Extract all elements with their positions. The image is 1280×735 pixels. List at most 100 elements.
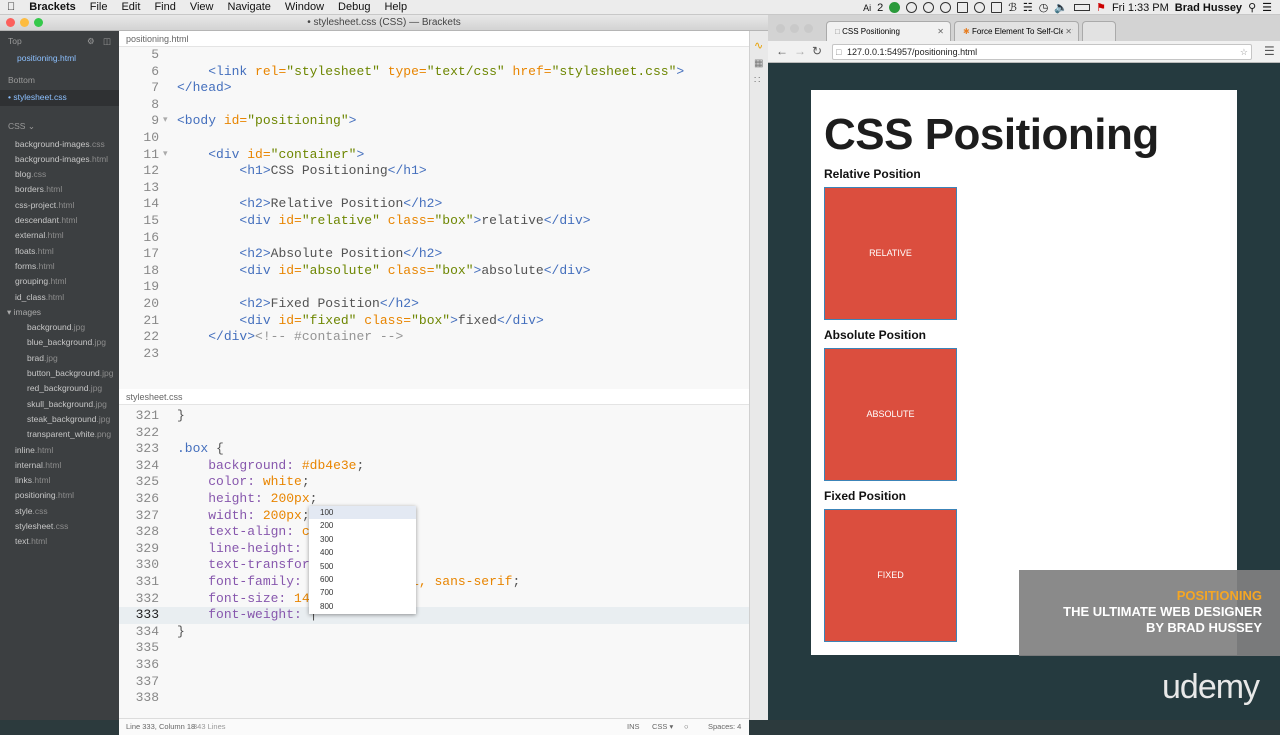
file-item[interactable]: red_background.jpg	[0, 381, 119, 396]
code-line[interactable]: 330 text-transfor	[119, 557, 749, 574]
code-line[interactable]: 329 line-height:	[119, 541, 749, 558]
close-window-button[interactable]	[776, 24, 785, 33]
tray-app-icon[interactable]	[889, 2, 901, 13]
menu-icon[interactable]: ☰	[1264, 44, 1275, 58]
code-line[interactable]: 326 height: 200px;	[119, 491, 749, 508]
file-item[interactable]: skull_background.jpg	[0, 397, 119, 412]
file-item[interactable]: text.html	[0, 534, 119, 549]
hint-item[interactable]: 700	[309, 586, 416, 599]
zoom-window-button[interactable]	[34, 18, 43, 27]
file-item[interactable]: background.jpg	[0, 320, 119, 335]
file-item[interactable]: descendant.html	[0, 213, 119, 228]
code-line[interactable]: 335	[119, 640, 749, 657]
hint-item[interactable]: 400	[309, 546, 416, 559]
code-line[interactable]: 19	[119, 279, 749, 296]
editor-bottom-pane[interactable]: stylesheet.css 321} 322 323 .box {324 backg…	[119, 389, 749, 718]
zoom-window-button[interactable]	[804, 24, 813, 33]
menu-find[interactable]: Find	[147, 1, 182, 13]
file-item[interactable]: blue_background.jpg	[0, 335, 119, 350]
flag-icon[interactable]: ⚑	[1096, 1, 1106, 14]
code-line[interactable]: 322	[119, 425, 749, 442]
code-line[interactable]: 336	[119, 657, 749, 674]
file-item[interactable]: borders.html	[0, 182, 119, 197]
code-line[interactable]: 333 font-weight: |	[119, 607, 749, 624]
menu-window[interactable]: Window	[278, 1, 331, 13]
file-item[interactable]: background-images.css	[0, 137, 119, 152]
gear-icon[interactable]: ⚙	[87, 36, 95, 47]
live-preview-icon[interactable]: ∿	[754, 39, 768, 52]
tray-dropbox-icon[interactable]	[906, 2, 918, 13]
working-file-bottom[interactable]: • stylesheet.css	[0, 90, 119, 106]
menu-navigate[interactable]: Navigate	[221, 1, 278, 13]
tab-css-positioning[interactable]: □ CSS Positioning ✕	[826, 21, 951, 41]
code-line[interactable]: 325 color: white;	[119, 474, 749, 491]
file-item[interactable]: forms.html	[0, 259, 119, 274]
code-line[interactable]: 324 background: #db4e3e;	[119, 458, 749, 475]
app-menu[interactable]: Brackets	[22, 1, 82, 13]
file-item[interactable]: style.css	[0, 504, 119, 519]
hint-item[interactable]: 300	[309, 533, 416, 546]
hint-item[interactable]: 100	[309, 506, 416, 520]
menu-help[interactable]: Help	[377, 1, 414, 13]
code-line[interactable]: 22 </div><!-- #container -->	[119, 329, 749, 346]
extension-manager-icon[interactable]: ▦	[754, 58, 768, 69]
file-item[interactable]: external.html	[0, 228, 119, 243]
bluetooth-icon[interactable]: ℬ	[1008, 1, 1017, 14]
menu-edit[interactable]: Edit	[114, 1, 147, 13]
file-item[interactable]: button_background.jpg	[0, 366, 119, 381]
project-header[interactable]: CSS ⌄	[0, 116, 119, 137]
file-item[interactable]: css-project.html	[0, 198, 119, 213]
code-line[interactable]: 10	[119, 130, 749, 147]
clock[interactable]: Fri 1:33 PM	[1112, 2, 1169, 14]
code-line[interactable]: 323 .box {	[119, 441, 749, 458]
user-name[interactable]: Brad Hussey	[1175, 2, 1242, 14]
hint-item[interactable]: 500	[309, 560, 416, 573]
extract-icon[interactable]: ∷	[754, 75, 768, 86]
code-line[interactable]: 13	[119, 180, 749, 197]
url-input[interactable]: □ 127.0.0.1:54957/positioning.html ☆	[832, 44, 1252, 60]
code-line[interactable]: 12 <h1>CSS Positioning</h1>	[119, 163, 749, 180]
wifi-icon[interactable]: ☵	[1023, 1, 1033, 14]
code-line[interactable]: 331 font-family: ial, sans-serif;	[119, 574, 749, 591]
back-icon[interactable]: ←	[776, 44, 788, 58]
split-view-icon[interactable]: ◫	[103, 36, 111, 47]
volume-icon[interactable]: 🔈	[1054, 1, 1068, 14]
forward-icon[interactable]: →	[794, 44, 806, 58]
file-item[interactable]: internal.html	[0, 458, 119, 473]
file-item[interactable]: id_class.html	[0, 290, 119, 305]
language-selector[interactable]: CSS ▾	[652, 719, 673, 735]
file-item[interactable]: stylesheet.css	[0, 519, 119, 534]
file-item[interactable]: grouping.html	[0, 274, 119, 289]
editor-top-pane[interactable]: positioning.html 56 <link rel="styleshee…	[119, 31, 749, 389]
code-line[interactable]: 7 </head>	[119, 80, 749, 97]
code-line[interactable]: 18 <div id="absolute" class="box">absolu…	[119, 263, 749, 280]
reload-icon[interactable]: ↻	[812, 44, 822, 58]
menu-debug[interactable]: Debug	[331, 1, 377, 13]
indent-setting[interactable]: Spaces: 4	[708, 719, 741, 735]
code-line[interactable]: 16	[119, 230, 749, 247]
folder-item[interactable]: ▾ images	[0, 305, 119, 320]
file-item[interactable]: inline.html	[0, 443, 119, 458]
code-line[interactable]: 327 width: 200px;	[119, 508, 749, 525]
code-line[interactable]: 20 <h2>Fixed Position</h2>	[119, 296, 749, 313]
code-line[interactable]: 332 font-size: 14	[119, 591, 749, 608]
code-line[interactable]: 337	[119, 674, 749, 691]
tray-video-icon[interactable]	[991, 2, 1003, 13]
code-line[interactable]: 11 <div id="container">	[119, 147, 749, 164]
close-icon[interactable]: ✕	[937, 27, 944, 36]
code-line[interactable]: 9 <body id="positioning">	[119, 113, 749, 130]
file-item[interactable]: floats.html	[0, 244, 119, 259]
minimize-window-button[interactable]	[790, 24, 799, 33]
code-line[interactable]: 21 <div id="fixed" class="box">fixed</di…	[119, 313, 749, 330]
new-tab-button[interactable]	[1082, 21, 1116, 41]
file-item[interactable]: links.html	[0, 473, 119, 488]
menu-view[interactable]: View	[183, 1, 221, 13]
code-line[interactable]: 334}	[119, 624, 749, 641]
search-icon[interactable]: ⚲	[1248, 1, 1256, 14]
insert-mode[interactable]: INS	[627, 719, 640, 735]
hint-item[interactable]: 600	[309, 573, 416, 586]
code-line[interactable]: 15 <div id="relative" class="box">relati…	[119, 213, 749, 230]
tray-sync-icon[interactable]	[923, 2, 935, 13]
file-item[interactable]: brad.jpg	[0, 351, 119, 366]
tray-settings-icon[interactable]	[974, 2, 986, 13]
